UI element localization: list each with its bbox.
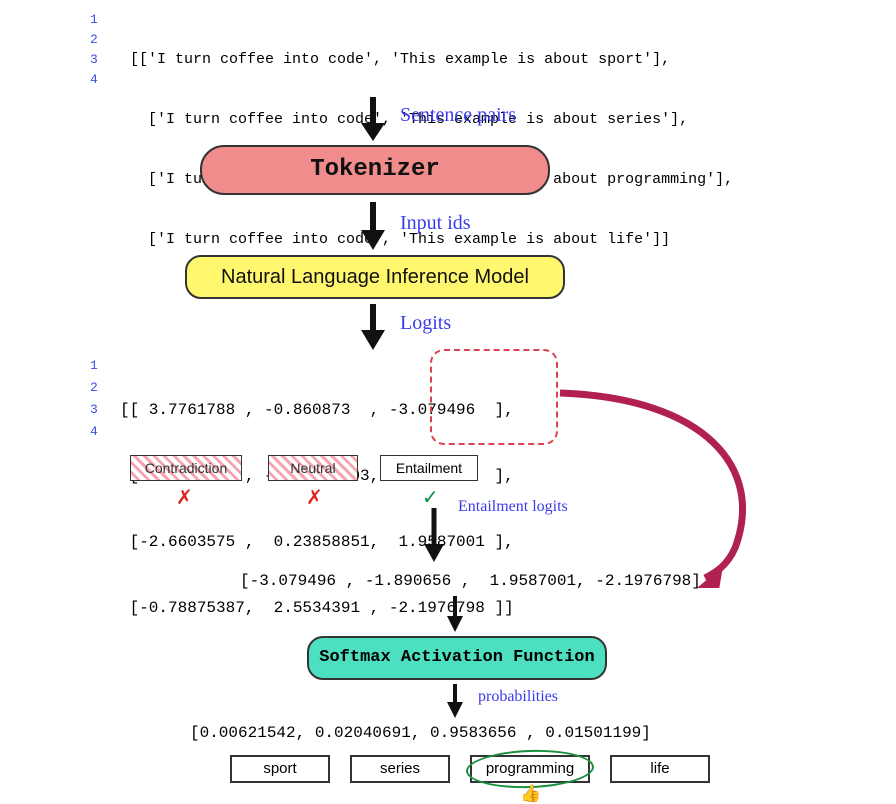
probabilities-array: [0.00621542, 0.02040691, 0.9583656 , 0.0…	[190, 724, 651, 742]
nli-model-box: Natural Language Inference Model	[185, 255, 565, 299]
class-life: life	[610, 755, 710, 783]
label-input-ids: Input ids	[400, 212, 471, 235]
entailment-box: Entailment	[380, 455, 478, 481]
arrow-down-icon	[355, 302, 395, 352]
neutral-box: Neutral	[268, 455, 358, 481]
check-icon: ✓	[422, 485, 439, 510]
class-programming: programming	[470, 755, 590, 783]
logits-line-numbers: 1 2 3 4	[90, 355, 98, 443]
label-probabilities: probabilities	[478, 688, 558, 706]
class-series: series	[350, 755, 450, 783]
entailment-logits-array: [-3.079496 , -1.890656 , 1.9587001, -2.1…	[240, 572, 701, 590]
contradiction-box: Contradiction	[130, 455, 242, 481]
label-entailment-logits: Entailment logits	[458, 498, 568, 516]
x-icon: ✗	[306, 485, 323, 510]
label-sentence-pairs: Sentence pairs	[400, 104, 516, 127]
class-sport: sport	[230, 755, 330, 783]
label-logits: Logits	[400, 312, 451, 335]
thumbs-up-icon: 👍	[520, 784, 541, 804]
curved-arrow-icon	[555, 388, 785, 588]
tokenizer-box: Tokenizer	[200, 145, 550, 195]
nli-pipeline-diagram: 1 2 3 4 [['I turn coffee into code', 'Th…	[0, 0, 896, 803]
arrow-down-icon	[442, 682, 472, 722]
pairs-line-numbers: 1 2 3 4	[90, 10, 98, 90]
x-icon: ✗	[176, 485, 193, 510]
softmax-box: Softmax Activation Function	[307, 636, 607, 680]
